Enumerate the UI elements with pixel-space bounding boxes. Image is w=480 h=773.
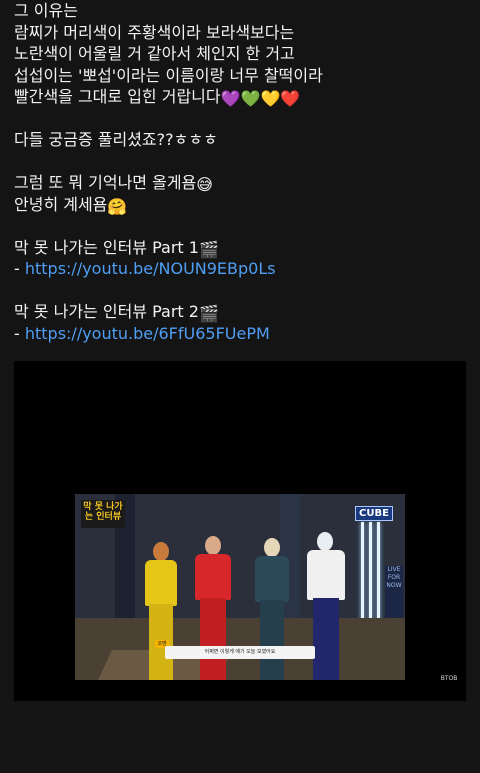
- post-line: 람찌가 머리색이 주황색이라 보라색보다는: [14, 22, 470, 44]
- teal-tracksuit: [255, 556, 289, 602]
- post-text: 다들 궁금증 풀리셨죠??ㅎㅎㅎ: [14, 130, 218, 149]
- post-line: - https://youtu.be/6FfU65FUePM: [14, 323, 470, 345]
- head: [153, 542, 169, 561]
- white-shirt: [307, 550, 345, 600]
- wall-panel: LIVE FOR NOW: [385, 566, 403, 626]
- yellow-tracksuit: [145, 560, 177, 606]
- post-text: 안녕히 계세욤: [14, 194, 108, 214]
- neon-light: [377, 522, 380, 622]
- post-text: 그 이유는: [14, 1, 78, 20]
- post-body: 그 이유는 람찌가 머리색이 주황색이라 보라색보다는 노란색이 어울릴 거 같…: [14, 0, 470, 344]
- post-line: 막 못 나가는 인터뷰 Part 2🎬: [14, 301, 470, 323]
- post-line: 다들 궁금증 풀리셨죠??ㅎㅎㅎ: [14, 129, 470, 151]
- post-text: 섭섭이는 '뽀섭'이라는 이름이랑 너무 찰떡이라: [14, 65, 323, 85]
- post-line: 안녕히 계세욤🤗: [14, 194, 470, 216]
- post-text: 막 못 나가는 인터뷰 Part 1: [14, 237, 199, 257]
- red-tracksuit: [195, 554, 231, 600]
- post-line: 막 못 나가는 인터뷰 Part 1🎬: [14, 237, 470, 259]
- neon-light: [361, 522, 364, 622]
- sweat-smile-emoji-icon: 😅: [196, 175, 213, 194]
- youtube-link-part-1[interactable]: https://youtu.be/NOUN9EBp0Ls: [25, 259, 276, 278]
- hug-emoji-icon: 🤗: [107, 196, 128, 216]
- post-line: 그럼 또 뭐 기억나면 올게욤😅: [14, 172, 470, 194]
- youtube-link-part-2[interactable]: https://youtu.be/6FfU65FUePM: [25, 324, 270, 343]
- head: [205, 536, 221, 555]
- post-line: 그 이유는: [14, 0, 470, 22]
- neon-light: [369, 522, 372, 622]
- video-caption: 어쩌면 이렇게 얘기 오늘 모였어요: [165, 646, 315, 659]
- post-text: 빨간색을 그대로 입힌 거랍니다: [14, 87, 221, 106]
- link-prefix: -: [14, 259, 25, 278]
- post-text: 그럼 또 뭐 기억나면 올게욤: [14, 173, 197, 192]
- head: [264, 538, 280, 557]
- post-line: 노란색이 어울릴 거 같아서 체인지 한 거고: [14, 43, 470, 65]
- video-player[interactable]: 막 못 나가는 인터뷰 CUBE LIVE FOR NOW 코멘 어쩌면 이렇게…: [14, 361, 466, 701]
- post-line: - https://youtu.be/NOUN9EBp0Ls: [14, 258, 470, 280]
- hearts-emoji-icon: 💜💚💛❤️: [220, 89, 301, 108]
- video-frame[interactable]: 막 못 나가는 인터뷰 CUBE LIVE FOR NOW 코멘 어쩌면 이렇게…: [75, 494, 405, 680]
- head: [317, 532, 333, 551]
- link-prefix: -: [14, 323, 25, 343]
- clapper-emoji-icon: 🎬: [198, 304, 219, 323]
- post-line: 빨간색을 그대로 입힌 거랍니다💜💚💛❤️: [14, 86, 470, 108]
- post-text: 노란색이 어울릴 거 같아서 체인지 한 거고: [14, 44, 295, 63]
- legs: [260, 600, 284, 680]
- post-text: 막 못 나가는 인터뷰 Part 2: [14, 302, 199, 321]
- show-sign: 막 못 나가는 인터뷰: [81, 500, 125, 528]
- channel-logo: BTOB: [440, 675, 458, 682]
- clapper-emoji-icon: 🎬: [198, 239, 219, 259]
- navy-pants: [313, 598, 339, 680]
- cube-logo: CUBE: [355, 506, 393, 521]
- legs: [200, 598, 226, 680]
- post-line: 섭섭이는 '뽀섭'이라는 이름이랑 너무 찰떡이라: [14, 65, 470, 87]
- post-text: 람찌가 머리색이 주황색이라 보라색보다는: [14, 22, 295, 42]
